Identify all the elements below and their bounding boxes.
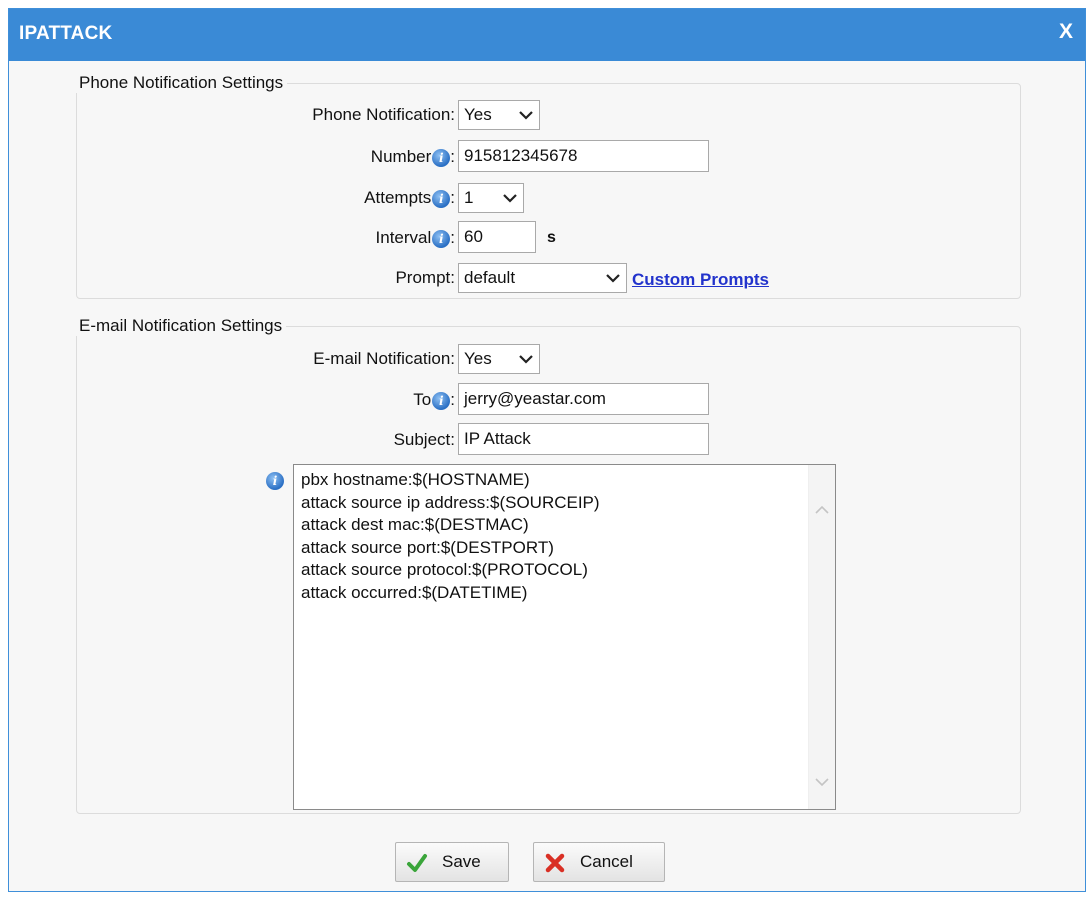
number-label-wrap: Number i: — [370, 147, 455, 167]
phone-notification-legend: Phone Notification Settings — [79, 73, 284, 92]
phone-notification-label: Phone Notification: — [312, 105, 455, 124]
to-input[interactable]: jerry@yeastar.com — [458, 383, 709, 415]
email-body-line: pbx hostname:$(HOSTNAME) — [301, 470, 530, 489]
email-body-line: attack occurred:$(DATETIME) — [301, 582, 528, 602]
email-notification-select[interactable]: Yes — [458, 344, 540, 374]
cancel-button[interactable]: Cancel — [533, 842, 665, 882]
dialog-title: IPATTACK — [19, 23, 113, 44]
email-body-line: attack dest mac:$(DESTMAC) — [301, 515, 529, 534]
chevron-down-icon — [503, 194, 517, 203]
info-icon[interactable]: i — [432, 189, 451, 208]
textarea-scrollbar[interactable] — [808, 465, 835, 809]
custom-prompts-link[interactable]: Custom Prompts — [632, 265, 769, 295]
prompt-label: Prompt: — [395, 268, 455, 287]
scroll-up-icon[interactable] — [815, 505, 829, 515]
chevron-down-icon — [519, 111, 533, 120]
attempts-select[interactable]: 1 — [458, 183, 524, 213]
email-body-lines: pbx hostname:$(HOSTNAME) attack source i… — [301, 469, 600, 604]
phone-notification-select[interactable]: Yes — [458, 100, 540, 130]
email-notification-label: E-mail Notification: — [313, 349, 455, 368]
email-body-line: attack source ip address:$(SOURCEIP) — [301, 492, 600, 512]
chevron-down-icon — [519, 355, 533, 364]
attempts-value: 1 — [464, 188, 474, 207]
interval-label: Interval — [375, 228, 432, 247]
attempts-label-wrap: Attempts i: — [364, 188, 455, 208]
x-icon — [545, 853, 565, 873]
info-icon[interactable]: i — [432, 148, 451, 167]
save-button[interactable]: Save — [395, 842, 509, 882]
email-body-line: attack source protocol:$(PROTOCOL) — [301, 560, 588, 579]
interval-unit: s — [547, 229, 556, 246]
subject-label: Subject: — [393, 430, 455, 449]
email-body-line: attack source port:$(DESTPORT) — [301, 537, 554, 557]
chevron-down-icon — [606, 274, 620, 283]
to-label-wrap: To i: — [413, 390, 455, 410]
info-icon[interactable]: i — [266, 472, 284, 490]
info-icon[interactable]: i — [432, 391, 451, 410]
prompt-value: default — [464, 268, 516, 287]
save-label: Save — [442, 852, 481, 871]
interval-input[interactable]: 60 — [458, 221, 536, 253]
number-input[interactable]: 915812345678 — [458, 140, 709, 172]
attempts-label: Attempts — [364, 188, 432, 207]
email-notification-value: Yes — [464, 349, 492, 368]
scroll-down-icon[interactable] — [815, 777, 829, 787]
ipattack-dialog: IPATTACK X Phone Notification Settings P… — [8, 8, 1086, 892]
interval-label-wrap: Interval i: — [375, 228, 455, 248]
info-icon[interactable]: i — [432, 229, 451, 248]
prompt-select[interactable]: default — [458, 263, 627, 293]
number-label: Number — [370, 147, 432, 166]
email-notification-legend: E-mail Notification Settings — [79, 316, 283, 335]
cancel-label: Cancel — [580, 852, 633, 871]
close-button[interactable]: X — [1059, 20, 1073, 44]
check-icon — [407, 854, 427, 872]
phone-notification-value: Yes — [464, 105, 492, 124]
subject-input[interactable]: IP Attack — [458, 423, 709, 455]
email-body-textarea[interactable]: pbx hostname:$(HOSTNAME) attack source i… — [293, 464, 836, 810]
dialog-titlebar: IPATTACK X — [9, 9, 1085, 61]
to-label: To — [413, 390, 432, 409]
